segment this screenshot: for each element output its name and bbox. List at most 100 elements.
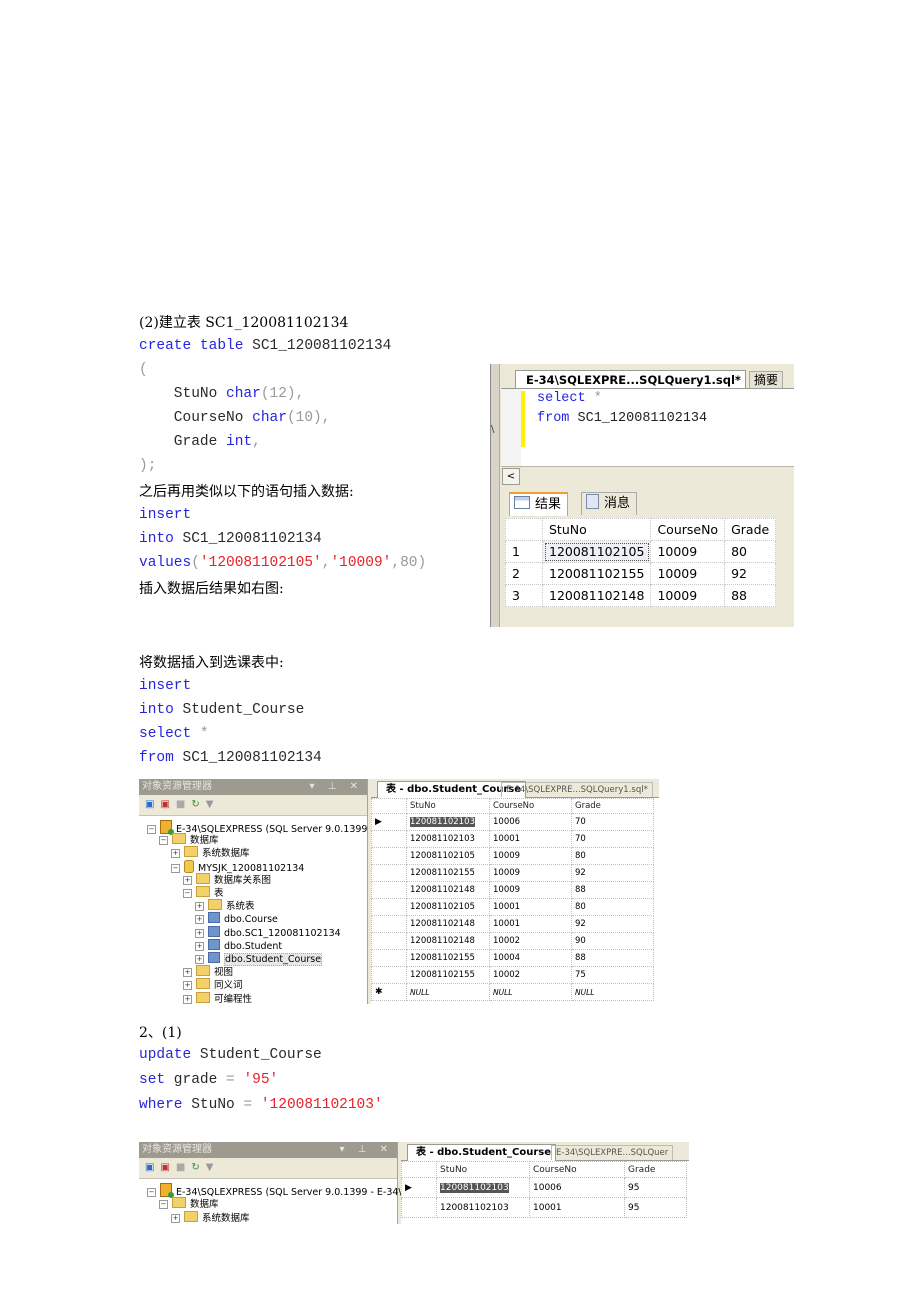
row-header[interactable]	[371, 864, 407, 882]
table-row[interactable]: 2 120081102155 10009 92	[505, 562, 777, 585]
tree-node[interactable]: + dbo.Student	[195, 938, 282, 952]
filter-icon[interactable]: ▼	[206, 795, 214, 815]
grid-cell[interactable]: 70	[571, 830, 654, 848]
grid-cell[interactable]: 92	[724, 562, 777, 585]
grid-cell[interactable]: 120081102103	[406, 830, 490, 848]
table-row[interactable]: 120081102148 10001 92	[371, 915, 654, 933]
grid-cell[interactable]: 10002	[489, 966, 572, 984]
tree-node[interactable]: − 表	[183, 886, 224, 899]
column-header[interactable]: CourseNo	[489, 798, 572, 814]
tree-node[interactable]: + 系统数据库	[171, 846, 250, 859]
tab-messages[interactable]: 消息	[581, 492, 638, 515]
column-header[interactable]: Grade	[724, 518, 777, 541]
row-header[interactable]	[371, 898, 407, 916]
data-grid[interactable]: StuNo CourseNo Grade ▶ 120081102103 10006 95 12…	[401, 1161, 687, 1218]
grid-cell[interactable]: 120081102148	[406, 881, 490, 899]
scroll-left-button[interactable]: <	[502, 468, 520, 485]
corner-cell[interactable]	[505, 518, 543, 541]
column-header[interactable]: StuNo	[406, 798, 490, 814]
refresh-icon[interactable]: ↻	[191, 1158, 199, 1178]
tree-node[interactable]: − E-34\SQLEXPRESS (SQL Server 9.0.1399 - …	[147, 820, 402, 835]
grid-cell[interactable]: 10009	[650, 562, 726, 585]
tab-results[interactable]: 结果	[509, 492, 569, 516]
grid-cell[interactable]: 10001	[489, 898, 572, 916]
data-grid[interactable]: StuNo CourseNo Grade ▶ 120081102103 10006 70 12…	[371, 798, 654, 1001]
tree-node[interactable]: + 系统表	[195, 899, 255, 912]
stop-icon[interactable]: ■	[176, 795, 185, 815]
refresh-icon[interactable]: ↻	[191, 795, 199, 815]
grid-cell[interactable]: 120081102148	[541, 584, 652, 607]
grid-cell[interactable]: 10009	[489, 847, 572, 865]
table-row[interactable]: 120081102155 10002 75	[371, 966, 654, 984]
row-header[interactable]	[371, 932, 407, 950]
table-row[interactable]: 120081102105 10009 80	[371, 847, 654, 865]
grid-cell[interactable]: 75	[571, 966, 654, 984]
disconnect-icon[interactable]: ▣	[160, 1158, 169, 1178]
expand-icon[interactable]: +	[183, 994, 192, 1004]
grid-cell[interactable]: 10001	[489, 830, 572, 848]
table-row[interactable]: 120081102148 10002 90	[371, 932, 654, 950]
grid-cell[interactable]: 120081102155	[406, 949, 490, 967]
collapse-icon[interactable]: −	[171, 863, 180, 873]
grid-cell[interactable]: 120081102105	[541, 540, 652, 563]
horizontal-scrollbar[interactable]: <	[501, 466, 794, 485]
collapse-icon[interactable]: −	[159, 836, 168, 846]
grid-cell[interactable]: 92	[571, 864, 654, 882]
corner-cell[interactable]	[371, 798, 407, 814]
pane-controls[interactable]: ▾ ⊥ ✕	[340, 1142, 393, 1158]
row-number[interactable]: 3	[505, 584, 543, 607]
grid-cell[interactable]: 95	[624, 1197, 687, 1218]
collapse-icon[interactable]: −	[147, 825, 156, 834]
column-header[interactable]: StuNo	[436, 1161, 530, 1178]
expand-icon[interactable]: +	[171, 849, 180, 859]
column-header[interactable]: CourseNo	[529, 1161, 625, 1178]
current-row-indicator[interactable]: ▶	[401, 1177, 437, 1198]
pane-controls[interactable]: ▾ ⊥ ✕	[310, 779, 363, 795]
tab-table[interactable]: 表 - dbo.Student_Course	[407, 1144, 557, 1161]
tab-query[interactable]: E-34\SQLEXPRE...SQLQuer	[551, 1145, 674, 1160]
grid-cell[interactable]: 10001	[529, 1197, 625, 1218]
filter-icon[interactable]: ▼	[206, 1158, 214, 1178]
column-header[interactable]: CourseNo	[650, 518, 726, 541]
expand-icon[interactable]: +	[195, 955, 204, 964]
grid-cell[interactable]: 120081102103	[436, 1177, 530, 1198]
grid-cell[interactable]: 120081102103	[436, 1197, 530, 1218]
corner-cell[interactable]	[401, 1161, 437, 1178]
expand-icon[interactable]: +	[195, 928, 204, 938]
grid-cell[interactable]: 10002	[489, 932, 572, 950]
collapse-icon[interactable]: −	[147, 1188, 156, 1197]
grid-cell[interactable]: 120081102148	[406, 932, 490, 950]
expand-icon[interactable]: +	[171, 1214, 180, 1223]
table-row[interactable]: ▶ 120081102103 10006 70	[371, 813, 654, 831]
grid-cell[interactable]: NULL	[406, 983, 490, 1001]
row-number[interactable]: 1	[505, 540, 543, 563]
row-header[interactable]	[371, 949, 407, 967]
current-row-indicator[interactable]: ▶	[371, 813, 407, 831]
expand-icon[interactable]: +	[195, 941, 204, 951]
grid-cell[interactable]: 120081102155	[406, 966, 490, 984]
collapse-icon[interactable]: −	[183, 889, 192, 898]
collapse-icon[interactable]: −	[159, 1200, 168, 1209]
grid-cell[interactable]: 10004	[489, 949, 572, 967]
grid-cell[interactable]: 10009	[489, 881, 572, 899]
grid-cell[interactable]: 10009	[650, 584, 726, 607]
column-header[interactable]: Grade	[571, 798, 654, 814]
table-row[interactable]: 120081102103 10001 70	[371, 830, 654, 848]
row-header[interactable]	[371, 830, 407, 848]
table-row[interactable]: 3 120081102148 10009 88	[505, 584, 777, 607]
tree-node[interactable]: − 数据库	[159, 1197, 219, 1210]
tree-node[interactable]: + dbo.Course	[195, 912, 278, 925]
disconnect-icon[interactable]: ▣	[160, 795, 169, 815]
grid-cell[interactable]: 10006	[529, 1177, 625, 1198]
grid-cell[interactable]: 88	[571, 949, 654, 967]
grid-cell[interactable]: 120081102155	[406, 864, 490, 882]
grid-cell[interactable]: 92	[571, 915, 654, 933]
tree-node[interactable]: + 系统数据库	[171, 1211, 250, 1224]
row-header[interactable]	[371, 847, 407, 865]
table-row[interactable]: ▶ 120081102103 10006 95	[401, 1177, 687, 1198]
column-header[interactable]: StuNo	[541, 518, 652, 541]
column-header[interactable]: Grade	[624, 1161, 687, 1178]
row-header[interactable]	[371, 966, 407, 984]
expand-icon[interactable]: +	[183, 968, 192, 978]
grid-cell[interactable]: NULL	[571, 983, 654, 1001]
